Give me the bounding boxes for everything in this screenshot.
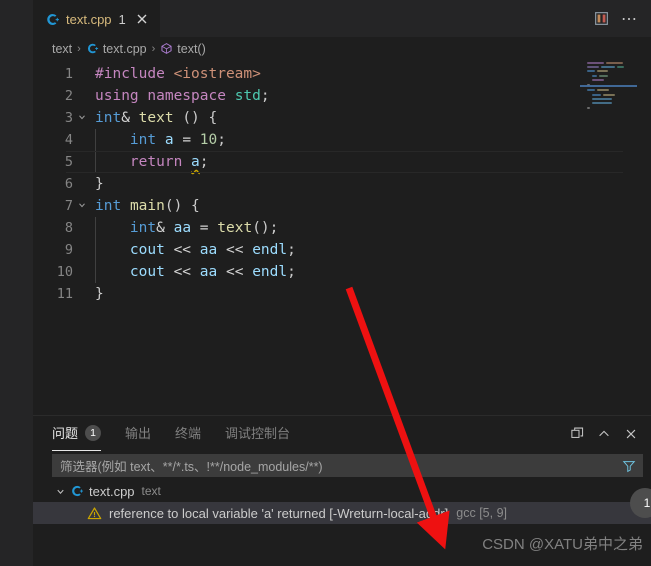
code-text: int main() { xyxy=(95,198,200,214)
code-line[interactable]: 7 int main() { xyxy=(33,195,651,217)
tab-terminal[interactable]: 终端 xyxy=(175,416,201,451)
chevron-up-icon[interactable] xyxy=(592,422,616,446)
panel-tab-bar: 问题 1 输出 终端 调试控制台 xyxy=(33,416,651,451)
panel-actions xyxy=(565,422,651,446)
breadcrumb-item-file[interactable]: text.cpp xyxy=(86,42,147,56)
line-number: 7 xyxy=(64,198,73,214)
code-text: using namespace std; xyxy=(95,88,270,104)
tab-debug-console[interactable]: 调试控制台 xyxy=(225,416,290,451)
tab-output[interactable]: 输出 xyxy=(125,416,151,451)
code-text: } xyxy=(95,286,104,302)
editor-tab-text-cpp[interactable]: text.cpp 1 xyxy=(33,0,160,37)
more-actions-icon[interactable]: ⋯ xyxy=(617,7,641,31)
problem-source: gcc [5, 9] xyxy=(456,506,508,520)
warning-icon xyxy=(87,506,102,521)
code-text: int& text () { xyxy=(95,110,218,126)
line-number: 1 xyxy=(64,66,73,82)
editor-tab-problem-count: 1 xyxy=(118,11,126,27)
minimap-slider[interactable] xyxy=(580,85,637,87)
editor-tab-label: text.cpp xyxy=(66,11,112,27)
code-text: return a; xyxy=(129,154,209,170)
csdn-watermark: CSDN @XATU弟中之弟 xyxy=(482,536,643,553)
line-number: 4 xyxy=(64,132,73,148)
problems-filter-row: 筛选器(例如 text、**/*.ts、!**/node_modules/**) xyxy=(33,451,651,480)
line-number: 5 xyxy=(64,154,73,170)
breadcrumb-item-symbol[interactable]: text() xyxy=(160,41,206,56)
code-line[interactable]: 1 #include <iostream> xyxy=(33,63,651,85)
tab-output-label: 输出 xyxy=(125,426,152,441)
code-line[interactable]: 9 cout << aa << endl; xyxy=(33,239,651,261)
line-number: 9 xyxy=(64,242,73,258)
vscode-window: text.cpp 1 ⋯ text › text.cpp › text() 1 … xyxy=(0,0,651,566)
cpp-file-icon xyxy=(44,11,60,27)
tab-problems-label: 问题 xyxy=(52,426,79,441)
breadcrumb-file-label: text.cpp xyxy=(102,41,147,56)
line-number: 11 xyxy=(56,286,73,302)
problems-file-row[interactable]: text.cpp text xyxy=(33,480,651,502)
chevron-down-icon[interactable] xyxy=(52,486,68,497)
chevron-down-icon[interactable] xyxy=(73,200,91,213)
code-text: cout << aa << endl; xyxy=(129,242,296,258)
breadcrumb-item-folder[interactable]: text xyxy=(52,42,72,56)
code-line[interactable]: 3 int& text () { xyxy=(33,107,651,129)
code-text: int a = 10; xyxy=(129,132,226,148)
code-text: #include <iostream> xyxy=(95,66,261,82)
code-text: } xyxy=(95,176,104,192)
breadcrumb-separator: › xyxy=(77,42,81,55)
code-line[interactable]: 10 cout << aa << endl; xyxy=(33,261,651,283)
problems-file-folder: text xyxy=(141,484,161,498)
problems-count-badge: 1 xyxy=(85,424,102,441)
code-line[interactable]: 11} xyxy=(33,283,651,305)
breadcrumb-folder-label: text xyxy=(52,41,73,56)
minimap[interactable] xyxy=(580,62,637,118)
line-number: 8 xyxy=(64,220,73,236)
symbol-method-icon xyxy=(160,42,173,55)
code-line[interactable]: 5 return a; xyxy=(33,151,651,173)
editor-and-panel-area: text.cpp 1 ⋯ text › text.cpp › text() 1 … xyxy=(33,0,651,566)
cpp-file-icon xyxy=(70,484,84,498)
problem-marker-row[interactable]: reference to local variable 'a' returned… xyxy=(33,502,651,524)
breadcrumb-symbol-label: text() xyxy=(177,41,206,56)
problem-message: reference to local variable 'a' returned… xyxy=(109,505,449,521)
code-editor[interactable]: 1 #include <iostream> 2 using namespace std… xyxy=(33,60,651,415)
tab-debug-console-label: 调试控制台 xyxy=(225,426,291,441)
chevron-down-icon[interactable] xyxy=(73,112,91,125)
cpp-file-icon xyxy=(86,42,99,55)
line-number: 10 xyxy=(56,264,73,280)
code-text: cout << aa << endl; xyxy=(129,264,296,280)
code-text: int& aa = text(); xyxy=(129,220,279,236)
problems-file-name: text.cpp xyxy=(89,483,135,499)
search-input[interactable]: 筛选器(例如 text、**/*.ts、!**/node_modules/**) xyxy=(60,456,323,475)
tab-terminal-label: 终端 xyxy=(175,426,202,441)
close-icon[interactable] xyxy=(134,11,150,27)
tab-problems[interactable]: 问题 1 xyxy=(52,416,102,451)
maximize-panel-icon[interactable] xyxy=(565,422,589,446)
line-number: 6 xyxy=(64,176,73,192)
problems-filter-box[interactable]: 筛选器(例如 text、**/*.ts、!**/node_modules/**) xyxy=(52,454,643,477)
code-line[interactable]: 4 int a = 10; xyxy=(33,129,651,151)
close-panel-icon[interactable] xyxy=(619,422,643,446)
line-number: 2 xyxy=(64,88,73,104)
split-editor-icon[interactable] xyxy=(589,7,613,31)
code-line[interactable]: 6} xyxy=(33,173,651,195)
editor-tab-bar: text.cpp 1 ⋯ xyxy=(33,0,651,37)
filter-funnel-icon[interactable] xyxy=(620,457,638,475)
breadcrumb: text › text.cpp › text() xyxy=(33,37,651,60)
line-number: 3 xyxy=(64,110,73,126)
activity-bar xyxy=(0,0,33,566)
editor-tabbar-actions: ⋯ xyxy=(589,0,651,37)
breadcrumb-separator-2: › xyxy=(151,42,156,55)
code-lines: 1 #include <iostream> 2 using namespace std… xyxy=(33,63,651,305)
code-line[interactable]: 2 using namespace std; xyxy=(33,85,651,107)
code-line[interactable]: 8 int& aa = text(); xyxy=(33,217,651,239)
